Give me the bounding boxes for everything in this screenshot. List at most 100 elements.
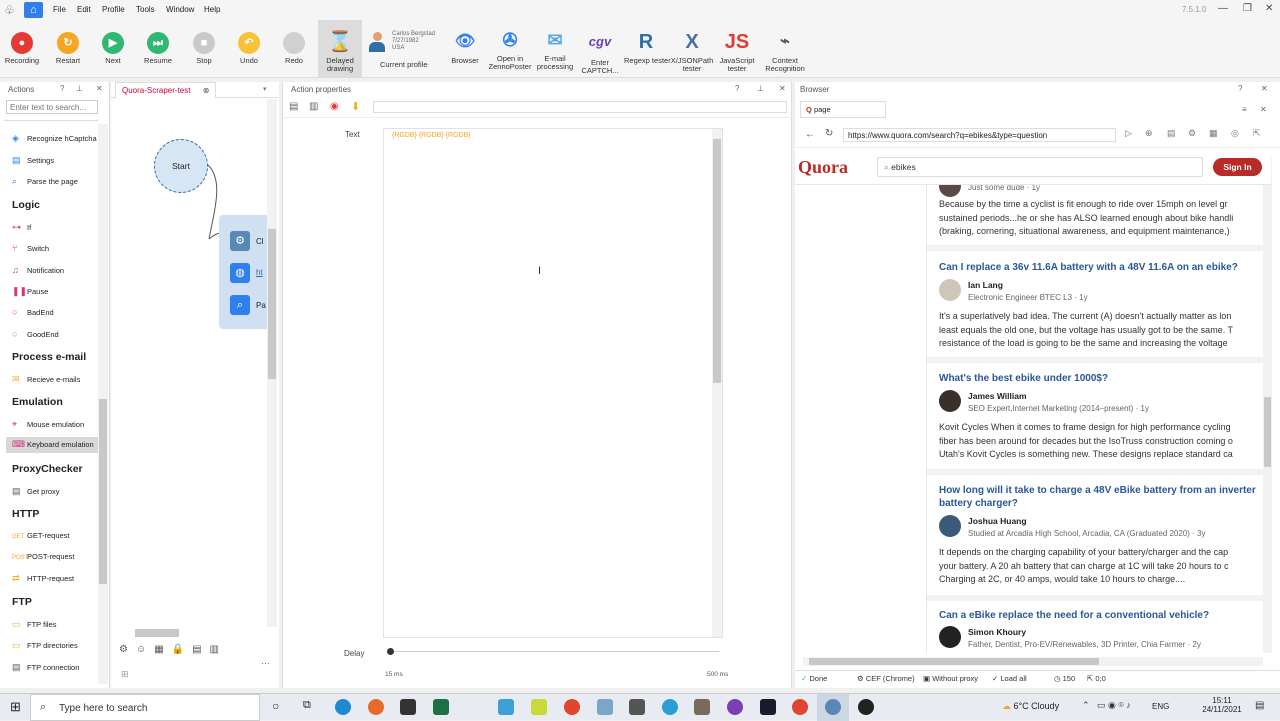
clock[interactable]: 15:11 24/11/2021 [1200, 696, 1244, 714]
properties-icon[interactable]: ▤ [289, 101, 298, 112]
question-title[interactable]: How long will it take to charge a 48V eB… [939, 484, 1264, 497]
close-icon[interactable]: ✕ [1265, 3, 1273, 14]
excel-icon[interactable] [433, 699, 449, 715]
author-name[interactable]: James William [968, 391, 1027, 401]
app-icon[interactable] [597, 699, 613, 715]
tab-quora-scraper-test[interactable]: Quora-Scraper-test ⊗ [115, 82, 217, 98]
stop-button[interactable]: ■ Stop [184, 22, 224, 76]
home-icon[interactable]: ⌂ [24, 2, 43, 18]
go-icon[interactable]: ▷ [1125, 128, 1132, 139]
group-proxychecker[interactable]: ProxyChecker [12, 463, 83, 475]
chrome-icon[interactable] [564, 699, 580, 715]
action-notification[interactable]: ♫ Notification [12, 264, 64, 278]
javascript-tester-button[interactable]: JS JavaScript tester [716, 22, 758, 76]
close-panel-icon[interactable]: ✕ [1261, 84, 1268, 93]
menu-edit[interactable]: Edit [77, 5, 91, 14]
action-block[interactable]: ⚙ Cl ◍ ht ⌕ Pa [219, 215, 269, 329]
more-icon[interactable]: ⋯ [261, 658, 270, 669]
action-ftp-files[interactable]: ▭ FTP files [12, 618, 56, 632]
add-icon[interactable]: ⊞ [121, 669, 129, 680]
task-view-icon[interactable]: ⧉ [303, 699, 311, 712]
telegram-icon[interactable] [662, 699, 678, 715]
back-icon[interactable]: ← [805, 129, 815, 140]
action-recognize-hcaptcha[interactable]: ◈ Recognize hCaptcha [12, 132, 97, 146]
answer-text[interactable]: It's a superlatively bad idea. The curre… [939, 310, 1233, 351]
canvas-vscrollbar[interactable] [267, 99, 277, 627]
menu-tools[interactable]: Tools [136, 5, 155, 14]
record-icon[interactable]: ⊕ [1145, 128, 1153, 139]
redo-button[interactable]: Redo [274, 22, 314, 76]
undo-button[interactable]: ↶ Undo [229, 22, 269, 76]
answer-text[interactable]: Because by the time a cyclist is fit eno… [939, 198, 1233, 239]
app-icon[interactable] [694, 699, 710, 715]
enter-captcha-button[interactable]: cgv Enter CAPTCH... [580, 22, 620, 76]
tab-close-icon[interactable]: ⊗ [203, 86, 210, 95]
answer-text[interactable]: Kovit Cycles When it comes to frame desi… [939, 421, 1233, 462]
question-title-line-2[interactable]: battery charger? [939, 497, 1264, 510]
store-icon[interactable] [400, 699, 416, 715]
illustrator-icon[interactable] [760, 699, 776, 715]
firefox-icon[interactable] [368, 699, 384, 715]
calculator-icon[interactable] [629, 699, 645, 715]
action-pause[interactable]: ❚❚Pause [12, 285, 48, 299]
status-engine[interactable]: ⚙ CEF (Chrome) [857, 674, 915, 683]
actions-search-input[interactable] [6, 100, 98, 114]
taskbar-search[interactable]: ⌕ Type here to search [30, 694, 260, 721]
start-node[interactable]: Start [154, 139, 208, 193]
canvas-area[interactable]: Start ⚙ Cl ◍ ht ⌕ Pa [111, 99, 269, 627]
action-if[interactable]: ⊶ If [12, 221, 31, 235]
reload-icon[interactable]: ↻ [825, 128, 833, 139]
recording-button[interactable]: ● Recording [2, 22, 42, 76]
help-icon[interactable]: ? [60, 84, 64, 93]
question-title[interactable]: Can I replace a 36v 11.6A battery with a… [939, 261, 1264, 274]
discord-icon[interactable] [727, 699, 743, 715]
action-ftp-directories[interactable]: ▭ FTP directories [12, 639, 78, 653]
action-post-request[interactable]: POSTPOST-request [12, 551, 75, 565]
chrome-icon[interactable] [792, 699, 808, 715]
browser-vscrollbar[interactable] [1263, 157, 1272, 653]
group-http[interactable]: HTTP [12, 508, 39, 520]
menu-help[interactable]: Help [204, 5, 220, 14]
settings-icon[interactable]: ⚙ [1188, 128, 1196, 139]
menu-profile[interactable]: Profile [102, 5, 125, 14]
quora-logo[interactable]: Quora [798, 157, 848, 178]
pointer-icon[interactable]: ⇱ [1253, 128, 1261, 139]
list-icon[interactable]: ▥ [309, 101, 318, 112]
status-load[interactable]: ✓ Load all [992, 674, 1027, 683]
menu-file[interactable]: File [53, 5, 66, 14]
zennoposter-taskbar-item[interactable] [817, 694, 849, 721]
question-title[interactable]: What's the best ebike under 1000$? [939, 372, 1264, 385]
canvas-hscrollbar[interactable] [115, 628, 265, 638]
browser-hscrollbar[interactable] [803, 657, 1263, 666]
action-switch[interactable]: ⑂ Switch [12, 242, 49, 256]
actions-scrollbar[interactable] [98, 124, 108, 684]
browser-tab-close-icon[interactable]: ✕ [1260, 105, 1267, 114]
open-in-zennoposter-button[interactable]: ✇ Open in ZennoPoster [488, 22, 532, 76]
group-process-email[interactable]: Process e-mail [12, 351, 86, 363]
browser-button[interactable]: 👁 Browser [446, 22, 484, 76]
author-name[interactable]: Ian Lang [968, 280, 1003, 290]
action-goodend[interactable]: ○ GoodEnd [12, 328, 59, 342]
help-icon[interactable]: ? [1238, 84, 1242, 93]
delay-slider[interactable] [387, 651, 719, 652]
email-processing-button[interactable]: ✉ E-mail processing [536, 22, 574, 76]
editor-scrollbar[interactable] [712, 129, 722, 637]
record-icon[interactable]: ◉ [330, 101, 339, 112]
restart-button[interactable]: ↻ Restart [48, 22, 88, 76]
close-panel-icon[interactable]: ✕ [779, 84, 786, 93]
source-icon[interactable]: ▤ [1167, 128, 1176, 139]
grid-icon[interactable]: ▦ [154, 644, 171, 655]
app-icon[interactable] [498, 699, 514, 715]
action-mouse-emulation[interactable]: ⌖ Mouse emulation [12, 418, 84, 432]
help-icon[interactable]: ? [735, 84, 739, 93]
delayed-drawing-button[interactable]: ⌛ Delayed drawing [318, 20, 362, 78]
sign-in-button[interactable]: Sign In [1213, 158, 1262, 176]
action-badend[interactable]: ○ BadEnd [12, 306, 54, 320]
cookie-icon[interactable]: ▦ [1209, 128, 1218, 139]
action-parse-page[interactable]: ⌕ Parse the page [12, 175, 78, 189]
app-icon[interactable] [858, 699, 874, 715]
user-icon[interactable]: ☺ [136, 644, 154, 655]
action-keyboard-emulation[interactable]: ⌨ Keyboard emulation [6, 437, 98, 453]
text-value-editor[interactable]: {RGDB} {RGDB} {RGDB} [383, 128, 723, 638]
status-proxy[interactable]: ▣ Without proxy [923, 674, 978, 683]
